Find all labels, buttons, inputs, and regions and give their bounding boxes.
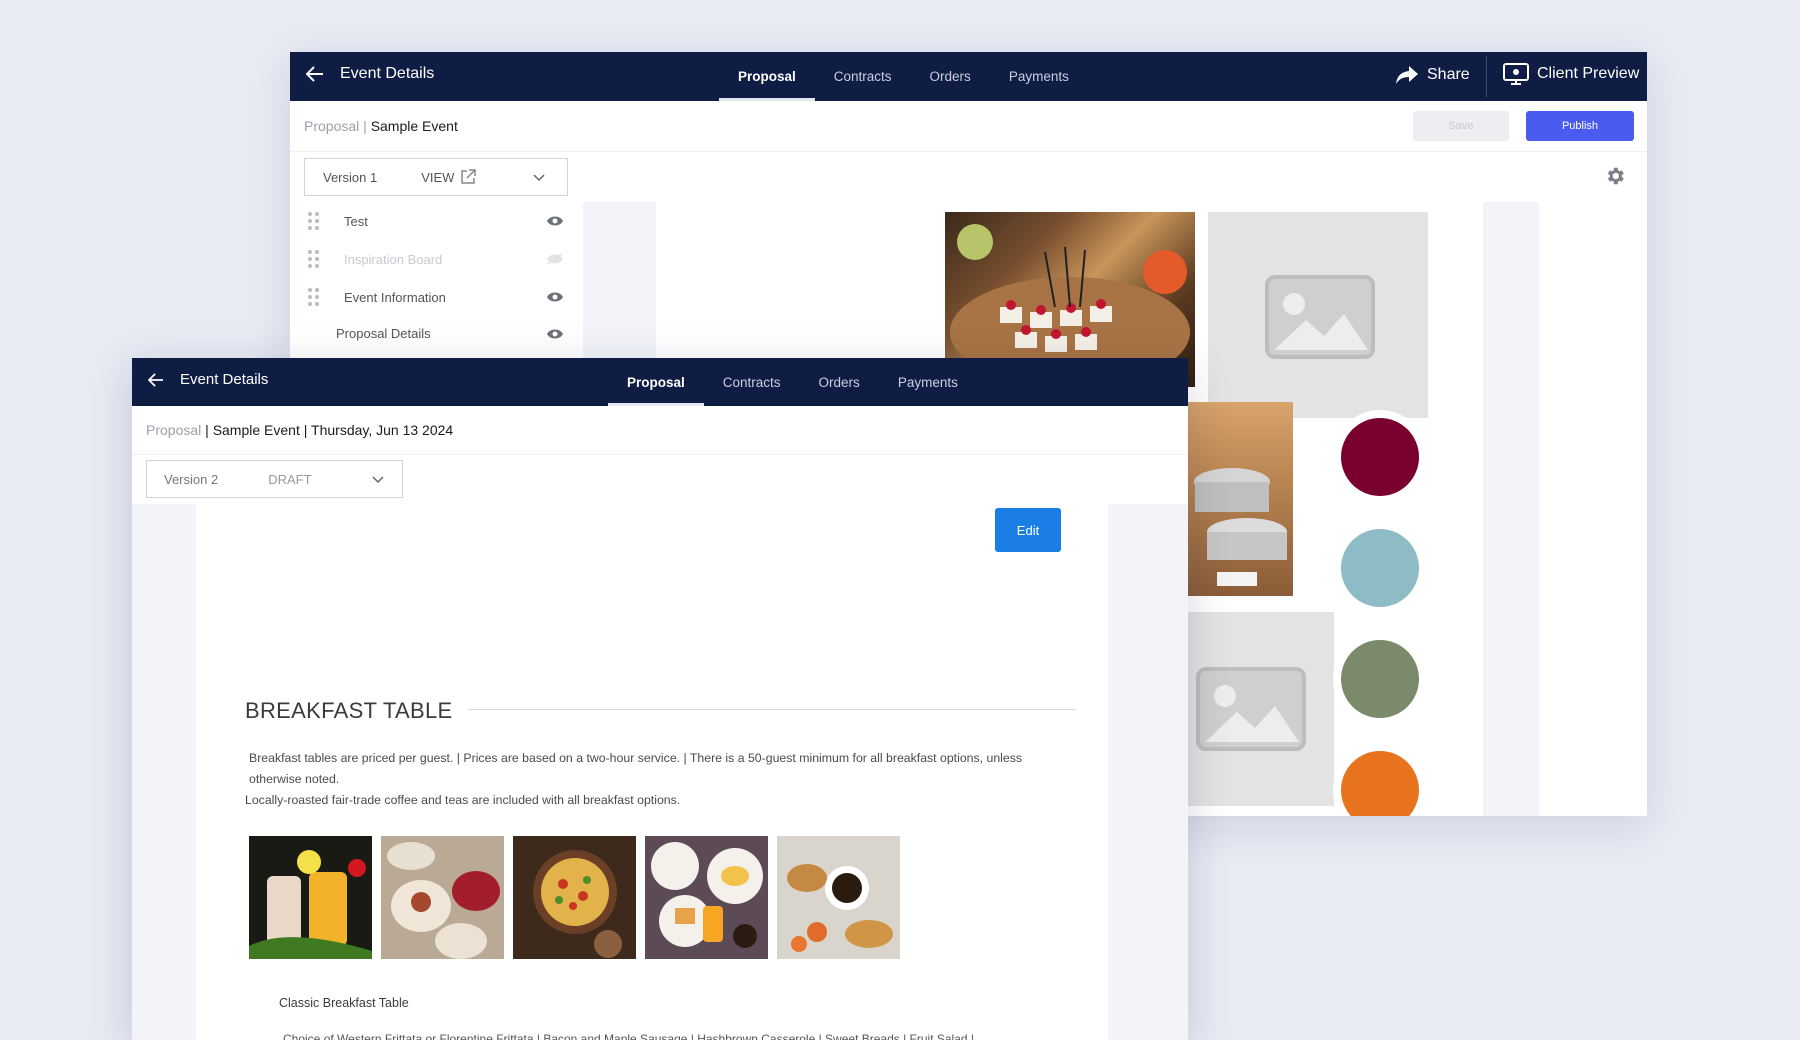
item-detail: Choice of Western Frittata or Florentine…	[283, 1032, 975, 1040]
breadcrumb-event: Sample Event	[370, 118, 458, 134]
save-button[interactable]: Save	[1413, 111, 1509, 141]
layer-label: Proposal Details	[336, 326, 431, 341]
chafing-dish-photo	[1187, 402, 1293, 596]
breadcrumb: Proposal | Sample Event | Thursday, Jun …	[146, 422, 453, 438]
front-navbar: Event Details Proposal Contracts Orders …	[132, 358, 1188, 406]
layer-label: Event Information	[344, 289, 446, 305]
tab-proposal[interactable]: Proposal	[719, 52, 815, 101]
breadcrumb-date: Thursday, Jun 13 2024	[311, 422, 454, 438]
drag-handle-icon[interactable]	[308, 288, 319, 306]
front-window: Event Details Proposal Contracts Orders …	[132, 358, 1188, 1040]
color-swatch-sage	[1341, 640, 1419, 718]
section-title: BREAKFAST TABLE	[245, 698, 453, 723]
share-button[interactable]: Share	[1395, 65, 1470, 85]
drag-handle-icon[interactable]	[308, 250, 319, 268]
tab-orders[interactable]: Orders	[800, 358, 879, 406]
tab-contracts[interactable]: Contracts	[704, 358, 800, 406]
section-description: Breakfast tables are priced per guest. |…	[245, 748, 1075, 811]
external-link-icon	[461, 169, 477, 184]
layer-item-proposal-details[interactable]: Proposal Details	[308, 326, 563, 341]
frittata-illustration	[533, 850, 622, 958]
parfait-illustration	[387, 842, 500, 959]
eye-icon[interactable]	[546, 291, 564, 303]
chafing-illustration	[1194, 468, 1287, 586]
drag-handle-icon[interactable]	[308, 212, 319, 230]
breakfast-plates-photo	[645, 836, 768, 959]
layer-label: Inspiration Board	[344, 251, 443, 267]
breadcrumb: Proposal | Sample Event	[304, 118, 458, 134]
item-title: Classic Breakfast Table	[279, 996, 409, 1010]
layer-item-event-information[interactable]: Event Information	[308, 288, 563, 306]
image-placeholder	[1187, 612, 1334, 806]
gear-icon[interactable]	[1604, 165, 1626, 187]
tab-orders[interactable]: Orders	[911, 52, 990, 101]
tab-payments[interactable]: Payments	[879, 358, 977, 406]
divider-line	[132, 454, 1188, 455]
version-status: DRAFT	[268, 471, 312, 487]
client-preview-button[interactable]: Client Preview	[1503, 63, 1639, 85]
chevron-down-icon	[372, 476, 384, 484]
edit-button[interactable]: Edit	[995, 508, 1061, 552]
version-label: Version 1	[323, 169, 378, 185]
version-select[interactable]: Version 1 VIEW	[304, 158, 568, 196]
lemonade-illustration	[249, 850, 372, 959]
breadcrumb-section[interactable]: Proposal	[146, 422, 201, 438]
window-title: Event Details	[340, 65, 435, 82]
back-navbar: Event Details Proposal Contracts Orders …	[290, 52, 1647, 101]
tab-payments[interactable]: Payments	[990, 52, 1088, 101]
publish-button[interactable]: Publish	[1526, 111, 1634, 141]
description-line: Locally-roasted fair-trade coffee and te…	[245, 793, 681, 807]
divider-line	[290, 151, 1647, 152]
monitor-preview-icon	[1503, 63, 1529, 85]
share-label: Share	[1427, 66, 1470, 83]
coffee-illustration	[787, 864, 893, 952]
breadcrumb-section[interactable]: Proposal	[304, 118, 359, 134]
image-placeholder-icon	[1265, 275, 1375, 359]
color-swatch-light-blue	[1341, 529, 1419, 607]
description-line: Breakfast tables are priced per guest. |…	[249, 751, 1023, 786]
breadcrumb-separator: |	[303, 422, 308, 438]
layer-item-inspiration-board[interactable]: Inspiration Board	[308, 250, 563, 268]
lemonade-photo	[249, 836, 372, 959]
breadcrumb-separator: |	[205, 422, 209, 438]
version-select[interactable]: Version 2 DRAFT	[146, 460, 403, 498]
coffee-croissant-photo	[777, 836, 900, 959]
image-placeholder	[1208, 212, 1428, 418]
image-placeholder-icon	[1196, 667, 1306, 751]
eye-icon[interactable]	[546, 215, 564, 227]
section-title-rule	[468, 709, 1076, 710]
version-label: Version 2	[164, 471, 219, 487]
view-label: VIEW	[421, 169, 455, 185]
share-icon	[1396, 66, 1418, 84]
tab-contracts[interactable]: Contracts	[815, 52, 911, 101]
chevron-down-icon	[533, 174, 545, 182]
tab-proposal[interactable]: Proposal	[608, 358, 704, 406]
color-swatch-burgundy	[1341, 418, 1419, 496]
back-arrow-icon	[148, 372, 163, 387]
layer-item-test[interactable]: Test	[308, 212, 563, 230]
frittata-photo	[513, 836, 636, 959]
breakfast-plates-illustration	[651, 842, 763, 948]
color-swatch-orange	[1341, 751, 1419, 816]
parfait-photo	[381, 836, 504, 959]
eye-off-icon[interactable]	[546, 253, 564, 265]
layer-label: Test	[344, 213, 368, 229]
client-preview-label: Client Preview	[1537, 65, 1640, 82]
back-link[interactable]: Event Details	[148, 371, 268, 388]
window-title: Event Details	[180, 371, 269, 388]
back-link[interactable]: Event Details	[306, 65, 434, 83]
canvas-gutter-right	[1483, 202, 1539, 816]
breadcrumb-event: Sample Event	[212, 422, 300, 438]
version-view-link[interactable]: VIEW	[421, 169, 477, 185]
breadcrumb-separator: |	[363, 118, 367, 134]
eye-icon[interactable]	[546, 328, 564, 340]
navbar-divider	[1486, 56, 1487, 97]
back-arrow-icon	[306, 66, 323, 82]
